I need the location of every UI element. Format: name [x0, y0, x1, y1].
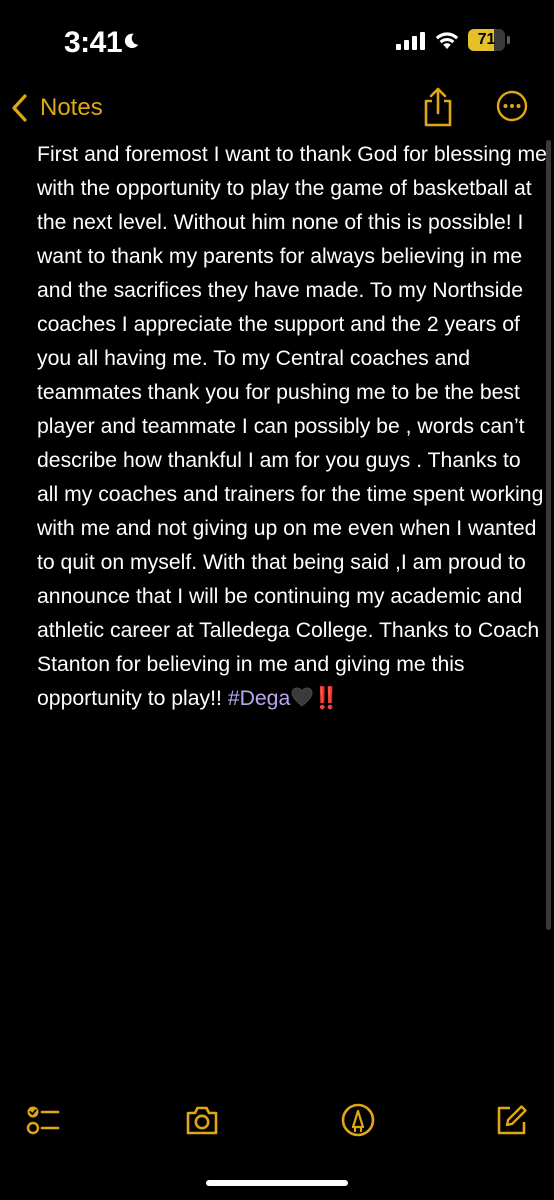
cellular-signal-icon: [396, 32, 425, 50]
battery-body: 71: [468, 29, 505, 51]
battery-cap: [507, 36, 510, 44]
notes-screen: 3:41 71 Notes First and foremost I want …: [0, 0, 554, 1200]
back-label: Notes: [40, 94, 103, 121]
note-body[interactable]: First and foremost I want to thank God f…: [37, 138, 547, 716]
nav-bar: Notes: [0, 80, 554, 136]
share-icon[interactable]: [420, 86, 456, 128]
battery-percent: 71: [477, 31, 496, 48]
black-heart-icon: [291, 687, 313, 707]
more-icon[interactable]: [496, 90, 528, 122]
scroll-indicator[interactable]: [546, 140, 551, 930]
chevron-left-icon: [12, 94, 27, 122]
camera-icon[interactable]: [184, 1102, 220, 1138]
back-button[interactable]: Notes: [10, 90, 103, 126]
double-exclamation-emoji: ‼️: [313, 687, 340, 710]
hashtag: #Dega: [227, 687, 291, 710]
markup-icon[interactable]: [340, 1102, 376, 1138]
checklist-icon[interactable]: [25, 1102, 61, 1138]
note-text: First and foremost I want to thank God f…: [37, 143, 547, 710]
compose-icon[interactable]: [494, 1102, 530, 1138]
battery-icon: 71: [468, 29, 510, 51]
home-indicator[interactable]: [206, 1180, 348, 1186]
moon-icon: [124, 33, 139, 49]
status-bar: 3:41 71: [0, 0, 554, 90]
bottom-toolbar: [0, 1098, 554, 1148]
status-time: 3:41: [64, 26, 123, 59]
wifi-icon: [435, 32, 459, 49]
